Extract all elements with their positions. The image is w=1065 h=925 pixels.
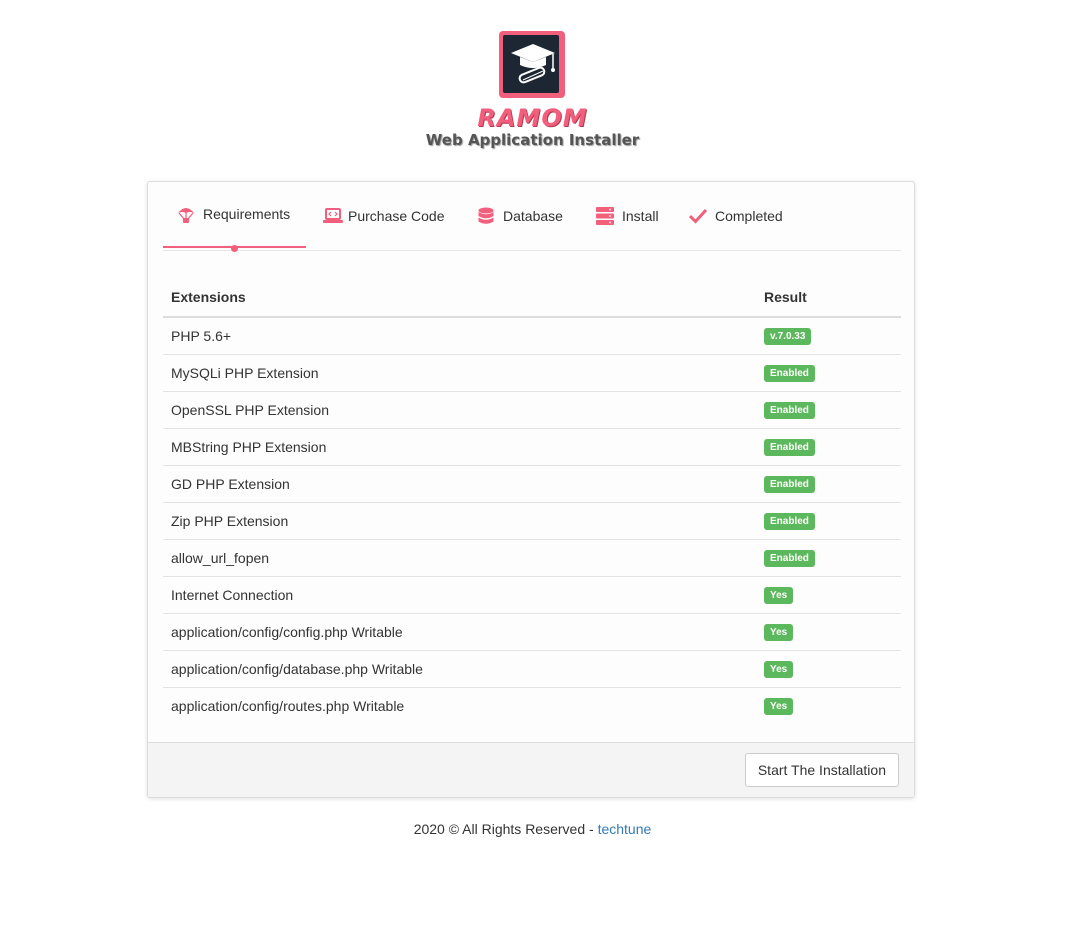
server-icon	[596, 207, 614, 225]
table-row: allow_url_fopen Enabled	[163, 539, 901, 577]
requirement-name: application/config/config.php Writable	[163, 613, 756, 651]
status-badge: Yes	[764, 660, 794, 678]
status-badge: Enabled	[764, 512, 815, 530]
table-row: GD PHP Extension Enabled	[163, 465, 901, 503]
status-badge: Yes	[764, 623, 794, 641]
tab-requirements[interactable]: Requirements	[163, 182, 306, 248]
tab-purchase-code[interactable]: Purchase Code	[323, 182, 445, 250]
database-icon	[478, 207, 494, 224]
requirement-name: application/config/database.php Writable	[163, 650, 756, 688]
status-badge: Enabled	[764, 401, 815, 419]
brand-name: RAMOM	[477, 104, 588, 132]
requirement-name: Zip PHP Extension	[163, 502, 756, 540]
page-footer: 2020 © All Rights Reserved - techtune	[0, 821, 1065, 837]
requirement-name: MBString PHP Extension	[163, 428, 756, 466]
tab-completed[interactable]: Completed	[689, 182, 783, 250]
laptop-code-icon	[323, 208, 343, 223]
check-icon	[689, 208, 707, 224]
requirement-name: GD PHP Extension	[163, 465, 756, 503]
requirement-name: PHP 5.6+	[171, 328, 232, 344]
status-badge: Enabled	[764, 549, 815, 567]
tab-label: Requirements	[203, 206, 291, 222]
status-badge: Yes	[764, 586, 794, 604]
status-badge: Enabled	[764, 475, 815, 493]
table-header-row: Extensions Result	[163, 278, 901, 318]
status-badge: v.7.0.33	[764, 327, 812, 345]
requirement-name: OpenSSL PHP Extension	[163, 391, 756, 429]
status-badge: Enabled	[764, 438, 815, 456]
table-row: application/config/config.php Writable Y…	[163, 613, 901, 651]
requirements-table: Extensions Result PHP 5.6+ v.7.0.33 MySQ…	[163, 278, 901, 724]
requirement-name: application/config/routes.php Writable	[163, 687, 756, 724]
tab-install[interactable]: Install	[596, 182, 659, 250]
table-row: MySQLi PHP Extension Enabled	[163, 354, 901, 392]
copyright-text: 2020 © All Rights Reserved -	[413, 821, 598, 837]
parachute-icon	[178, 208, 194, 223]
logo	[499, 31, 566, 99]
requirement-name: MySQLi PHP Extension	[163, 354, 756, 392]
graduation-cap-icon	[511, 44, 555, 84]
table-row: application/config/database.php Writable…	[163, 650, 901, 688]
requirement-name: allow_url_fopen	[163, 539, 756, 577]
table-row: MBString PHP Extension Enabled	[163, 428, 901, 466]
tab-database[interactable]: Database	[477, 182, 563, 250]
author-link[interactable]: techtune	[598, 821, 652, 837]
wizard-tabs: Requirements Purchase Code Database Inst…	[163, 182, 901, 252]
status-badge: Yes	[764, 697, 794, 715]
tab-label: Install	[622, 208, 659, 224]
table-row: OpenSSL PHP Extension Enabled	[163, 391, 901, 429]
table-row: Zip PHP Extension Enabled	[163, 502, 901, 540]
table-row: PHP 5.6+ v.7.0.33	[163, 317, 901, 355]
table-row: application/config/routes.php Writable Y…	[163, 687, 901, 724]
installer-subtitle: Web Application Installer	[425, 131, 640, 149]
column-header-result: Result	[756, 278, 901, 318]
installer-panel: Requirements Purchase Code Database Inst…	[147, 181, 915, 798]
requirement-name: Internet Connection	[163, 576, 756, 614]
panel-footer: Start The Installation	[148, 742, 914, 797]
tab-label: Purchase Code	[348, 208, 445, 224]
start-installation-button[interactable]: Start The Installation	[744, 753, 899, 787]
tab-label: Completed	[715, 208, 783, 224]
column-header-extensions: Extensions	[163, 278, 756, 318]
table-row: Internet Connection Yes	[163, 576, 901, 614]
tab-label: Database	[503, 208, 563, 224]
status-badge: Enabled	[764, 364, 815, 382]
active-tab-indicator	[231, 245, 238, 252]
